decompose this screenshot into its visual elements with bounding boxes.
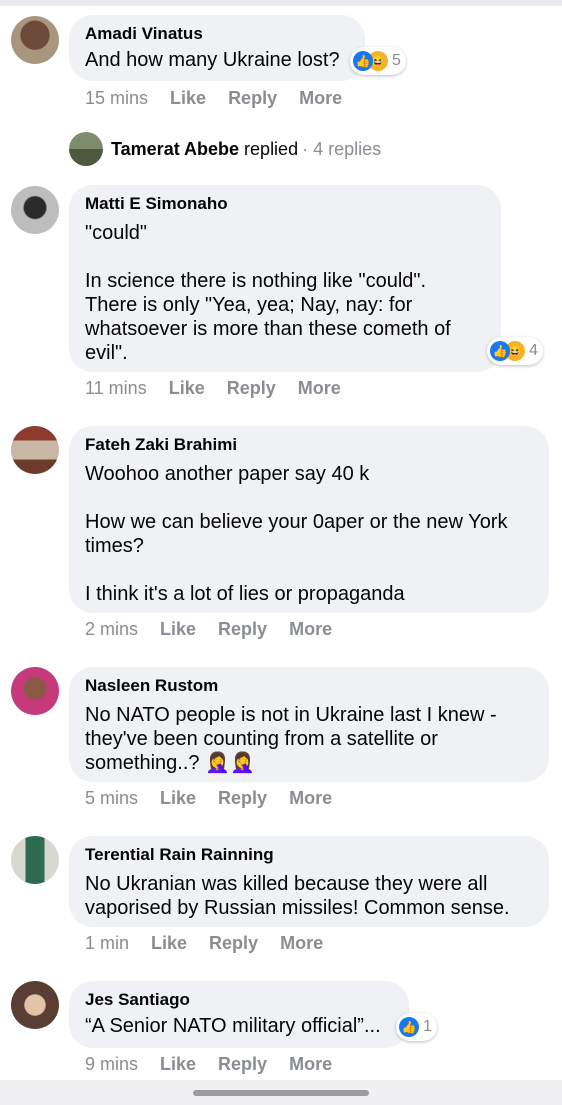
reply-button[interactable]: Reply (209, 933, 258, 954)
top-divider (0, 0, 562, 6)
more-button[interactable]: More (289, 788, 332, 809)
comment-actions: 15 mins Like Reply More (85, 88, 364, 109)
comment-actions: 5 mins Like Reply More (85, 788, 354, 809)
like-button[interactable]: Like (160, 1054, 196, 1075)
avatar (69, 132, 103, 166)
reaction-badge[interactable]: 👍 1 (396, 1013, 437, 1041)
like-button[interactable]: Like (160, 619, 196, 640)
reply-count[interactable]: · 4 replies (302, 139, 381, 160)
like-button[interactable]: Like (169, 378, 205, 399)
comment-bubble: Nasleen Rustom No NATO people is not in … (69, 667, 549, 782)
comment-time[interactable]: 2 mins (85, 619, 138, 640)
like-icon: 👍 (353, 51, 373, 71)
reaction-count: 5 (392, 52, 401, 69)
home-indicator[interactable] (193, 1090, 369, 1096)
comment-text: No NATO people is not in Ukraine last I … (85, 704, 497, 774)
comment-actions: 2 mins Like Reply More (85, 619, 354, 640)
comment-author[interactable]: Terential Rain Rainning (85, 844, 533, 866)
comment-text: And how many Ukraine lost? (85, 49, 340, 71)
reply-button[interactable]: Reply (228, 88, 277, 109)
comment-time[interactable]: 5 mins (85, 788, 138, 809)
comment-text: Woohoo another paper say 40 k How we can… (85, 463, 508, 605)
comment-text: “A Senior NATO military official”... (85, 1015, 381, 1037)
reply-button[interactable]: Reply (218, 788, 267, 809)
reaction-badge[interactable]: 👍 😆 5 (350, 47, 406, 75)
avatar[interactable] (11, 981, 59, 1029)
more-button[interactable]: More (280, 933, 323, 954)
reaction-count: 1 (423, 1018, 432, 1035)
comment-actions: 9 mins Like Reply More (85, 1054, 354, 1075)
comment-author[interactable]: Matti E Simonaho (85, 193, 485, 215)
more-button[interactable]: More (299, 88, 342, 109)
comment-bubble: Amadi Vinatus And how many Ukraine lost? (69, 15, 365, 81)
more-button[interactable]: More (298, 378, 341, 399)
avatar[interactable] (11, 426, 59, 474)
reply-button[interactable]: Reply (218, 619, 267, 640)
comment-bubble: Terential Rain Rainning No Ukranian was … (69, 836, 549, 927)
comment-time[interactable]: 9 mins (85, 1054, 138, 1075)
comment-time[interactable]: 15 mins (85, 88, 148, 109)
avatar[interactable] (11, 186, 59, 234)
reply-button[interactable]: Reply (227, 378, 276, 399)
reply-author[interactable]: Tamerat Abebe (111, 139, 239, 160)
comment-author[interactable]: Amadi Vinatus (85, 23, 349, 45)
like-button[interactable]: Like (151, 933, 187, 954)
comment-bubble: Jes Santiago “A Senior NATO military off… (69, 981, 409, 1048)
comment-actions: 1 min Like Reply More (85, 933, 345, 954)
comment-author[interactable]: Fateh Zaki Brahimi (85, 434, 533, 456)
comment-bubble: Fateh Zaki Brahimi Woohoo another paper … (69, 426, 549, 613)
reaction-badge[interactable]: 👍 😆 4 (487, 337, 543, 365)
comment-time[interactable]: 1 min (85, 933, 129, 954)
view-replies[interactable]: Tamerat Abebe replied · 4 replies (69, 132, 381, 166)
avatar[interactable] (11, 16, 59, 64)
more-button[interactable]: More (289, 619, 332, 640)
comment-author[interactable]: Nasleen Rustom (85, 675, 533, 697)
like-button[interactable]: Like (170, 88, 206, 109)
like-icon: 👍 (399, 1017, 419, 1037)
comment-author[interactable]: Jes Santiago (85, 989, 393, 1011)
like-button[interactable]: Like (160, 788, 196, 809)
like-icon: 👍 (490, 341, 510, 361)
comment-bubble: Matti E Simonaho "could" In science ther… (69, 185, 501, 372)
avatar[interactable] (11, 667, 59, 715)
reaction-count: 4 (529, 342, 538, 359)
more-button[interactable]: More (289, 1054, 332, 1075)
comment-text: No Ukranian was killed because they were… (85, 873, 510, 919)
reply-label: replied (244, 138, 299, 159)
reply-button[interactable]: Reply (218, 1054, 267, 1075)
avatar[interactable] (11, 836, 59, 884)
comment-actions: 11 mins Like Reply More (85, 378, 363, 399)
comment-text: "could" In science there is nothing like… (85, 222, 451, 364)
comment-time[interactable]: 11 mins (85, 378, 147, 399)
